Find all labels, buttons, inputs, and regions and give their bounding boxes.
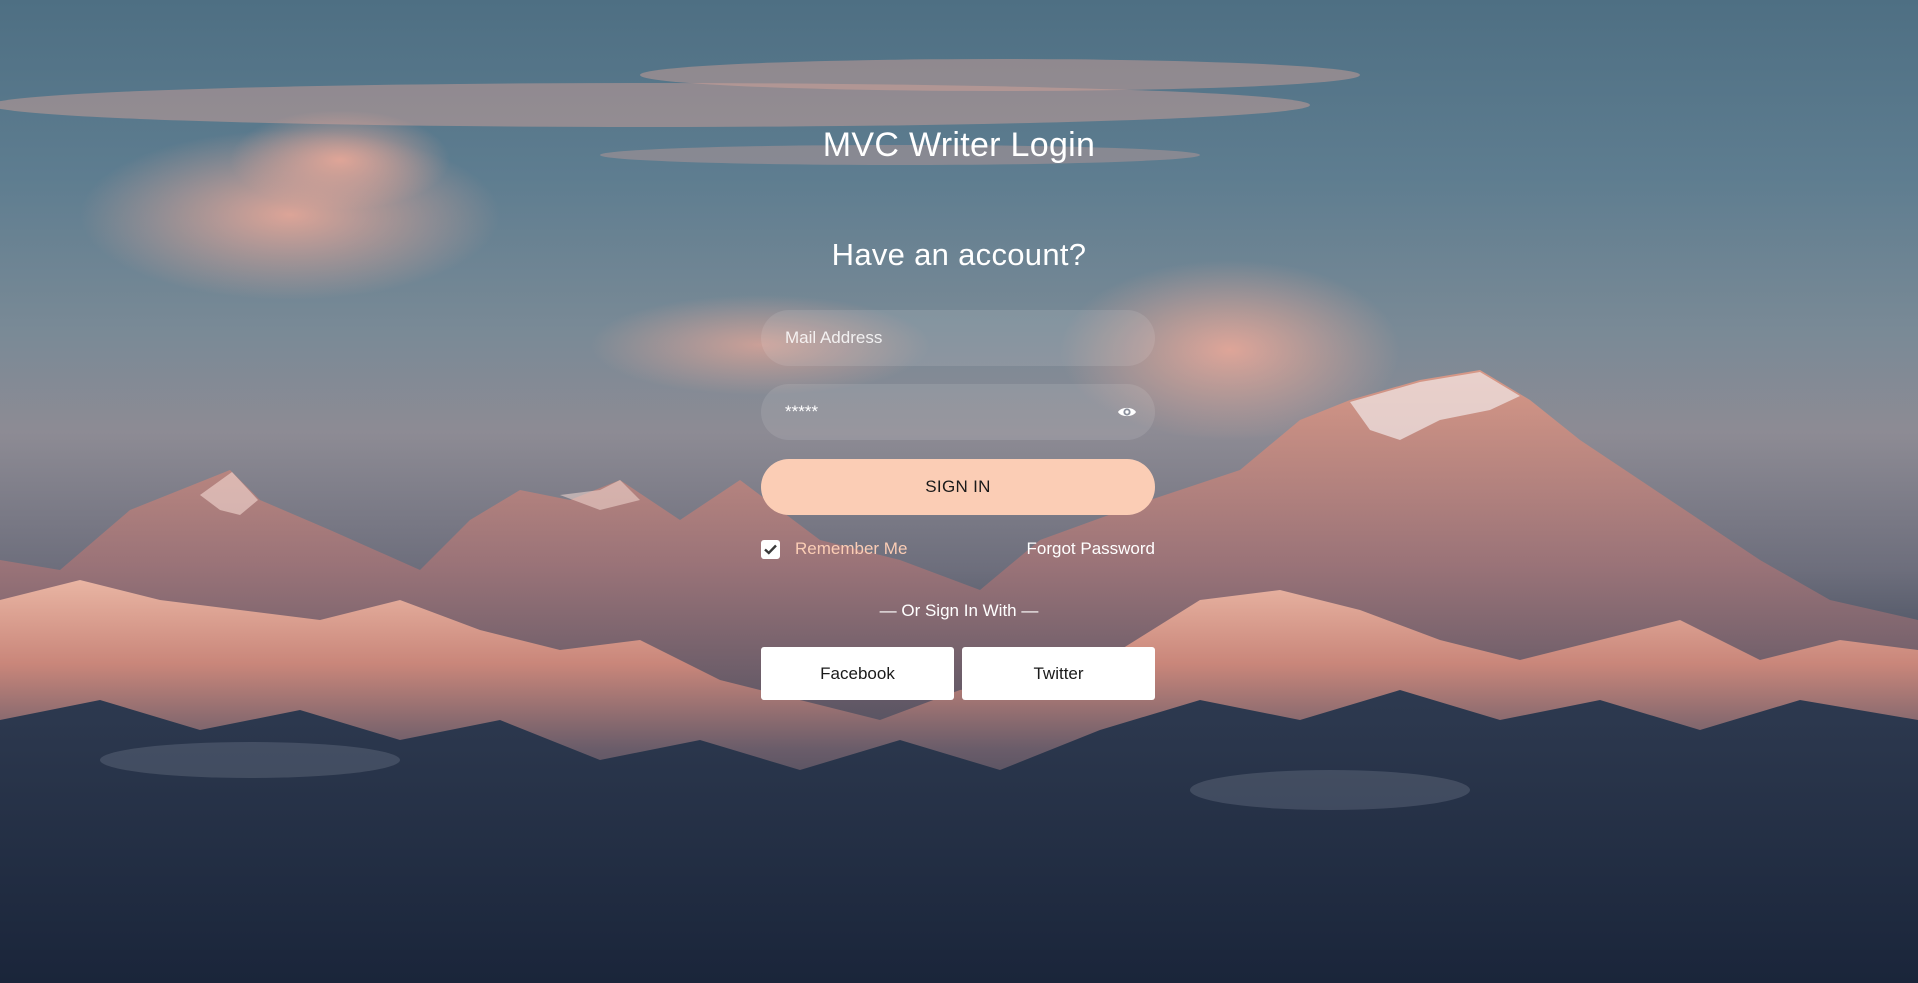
email-field-wrapper [761,310,1155,366]
social-divider: — Or Sign In With — [879,601,1039,620]
password-input[interactable] [785,402,1131,422]
twitter-button[interactable]: Twitter [962,647,1155,700]
remember-me-label: Remember Me [795,539,908,558]
remember-me[interactable]: Remember Me [761,538,907,560]
login-subtitle: Have an account? [831,237,1087,272]
password-field-wrapper [761,384,1155,440]
remember-me-checkbox[interactable] [761,539,780,559]
login-page: MVC Writer Login Have an account? SIGN I… [0,0,1918,983]
facebook-button[interactable]: Facebook [761,647,954,700]
sign-in-button[interactable]: SIGN IN [761,459,1155,515]
forgot-password-link[interactable]: Forgot Password [1000,538,1156,560]
eye-icon[interactable] [1117,402,1137,422]
page-title: MVC Writer Login [822,126,1096,164]
email-input[interactable] [785,328,1131,348]
checkmark-icon [764,544,777,555]
